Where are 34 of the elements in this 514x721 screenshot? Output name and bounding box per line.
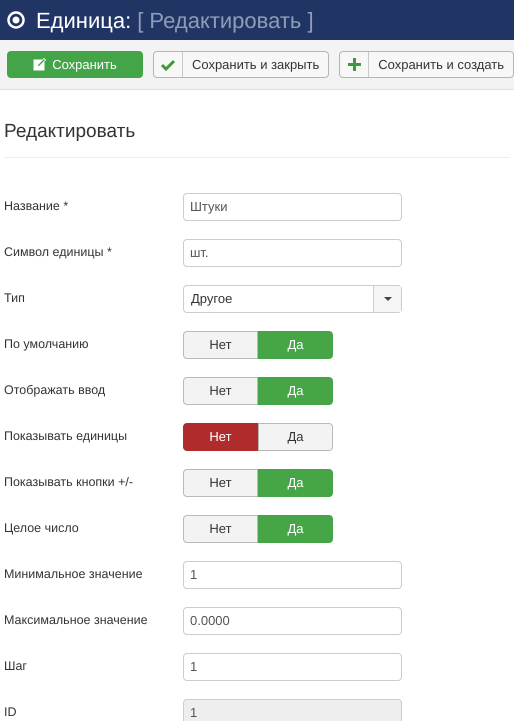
input-field[interactable]: 1: [183, 652, 402, 680]
field-label: Показывать единицы: [3, 428, 128, 446]
save-new-button[interactable]: Сохранить и создать: [339, 51, 514, 78]
field-label: Шаг: [3, 658, 28, 676]
page-subtitle: [ Редактировать ]: [137, 6, 314, 35]
page-title: Единица:: [36, 6, 132, 34]
input-field[interactable]: Штуки: [183, 192, 402, 220]
toggle-option[interactable]: Нет: [183, 330, 258, 358]
save-close-button[interactable]: Сохранить и закрыть: [152, 51, 330, 78]
field-label: ID: [3, 704, 18, 721]
edit-icon: [33, 58, 46, 71]
field-label: Символ единицы *: [3, 244, 113, 262]
field-label: Показывать кнопки +/-: [3, 474, 134, 492]
field-label: Название *: [3, 198, 70, 216]
field-label: Минимальное значение: [3, 566, 144, 584]
check-icon: [160, 58, 175, 70]
field-label: Тип: [3, 290, 26, 308]
radio-icon: [7, 11, 25, 29]
caret-icon: [384, 296, 392, 300]
field-label: Максимальное значение: [3, 612, 149, 630]
field-label: Целое число: [3, 520, 80, 538]
input-field[interactable]: шт.: [183, 238, 402, 266]
field-label: Отображать ввод: [3, 382, 106, 400]
toggle-option[interactable]: Нет: [183, 376, 258, 404]
plus-icon: [348, 58, 361, 71]
select-field[interactable]: Другое: [183, 284, 402, 312]
toggle-option[interactable]: Да: [258, 422, 333, 450]
toggle-option[interactable]: Нет: [183, 514, 258, 542]
input-field[interactable]: 1: [183, 560, 402, 588]
field-label: По умолчанию: [3, 336, 90, 354]
toggle-option[interactable]: Нет: [183, 422, 258, 450]
section-title: Редактировать: [4, 118, 510, 158]
input-field[interactable]: 0.0000: [183, 606, 402, 634]
toggle-option[interactable]: Нет: [183, 468, 258, 496]
